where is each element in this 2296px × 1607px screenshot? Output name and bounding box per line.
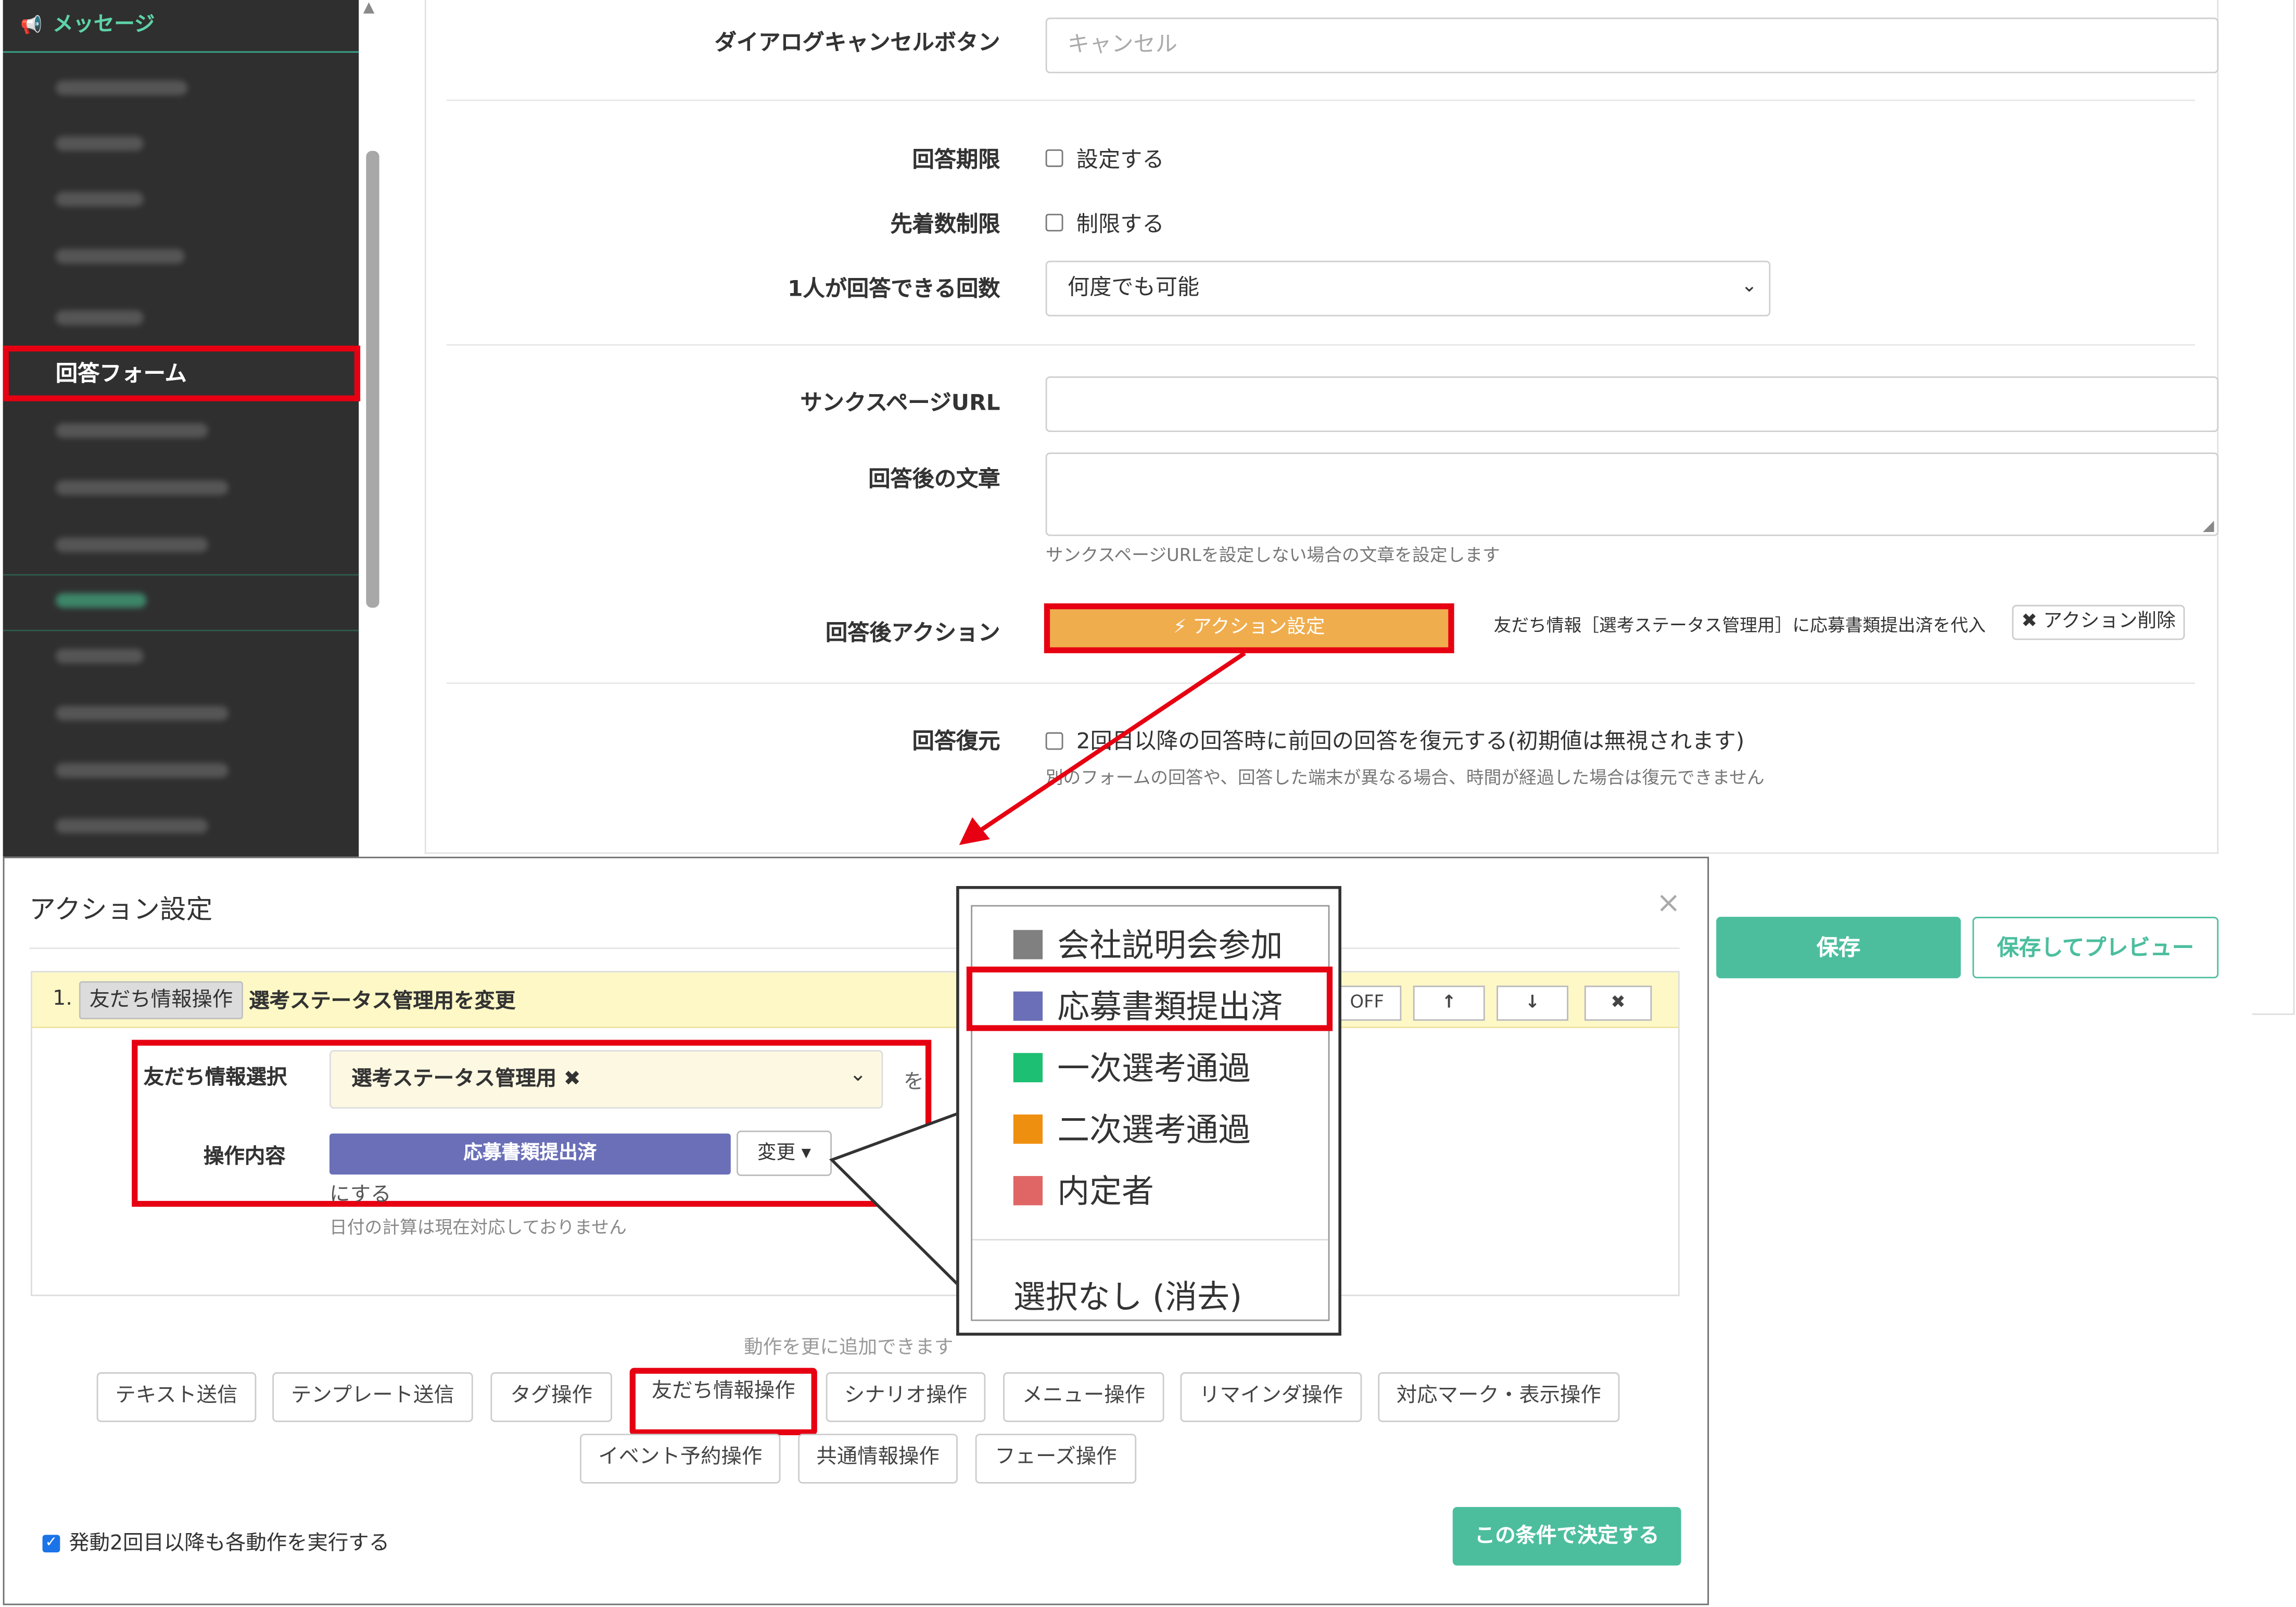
color-swatch [1013,930,1043,959]
option-label: 一次選考通過 [1057,1051,1251,1089]
option-second-passed[interactable]: 二次選考通過 [1013,1104,1251,1151]
divider [972,1239,1328,1241]
red-arrow-line [976,651,1246,834]
option-label: 内定者 [1057,1174,1154,1211]
color-swatch [1013,1176,1043,1206]
option-label: 応募書類提出済 [1057,990,1283,1027]
callout-overlay [829,651,1246,1289]
option-company-briefing[interactable]: 会社説明会参加 [1013,920,1283,967]
color-swatch [1013,1114,1043,1144]
option-offer[interactable]: 内定者 [1013,1166,1154,1212]
red-arrow-head [959,817,990,845]
option-label: 二次選考通過 [1057,1113,1251,1150]
option-clear[interactable]: 選択なし (消去) [1013,1271,1242,1318]
option-documents-submitted[interactable]: 応募書類提出済 [1013,981,1283,1028]
option-first-passed[interactable]: 一次選考通過 [1013,1043,1251,1090]
callout-pointer [829,1111,961,1289]
option-label: 会社説明会参加 [1057,928,1283,965]
color-swatch [1013,991,1043,1021]
color-swatch [1013,1053,1043,1083]
